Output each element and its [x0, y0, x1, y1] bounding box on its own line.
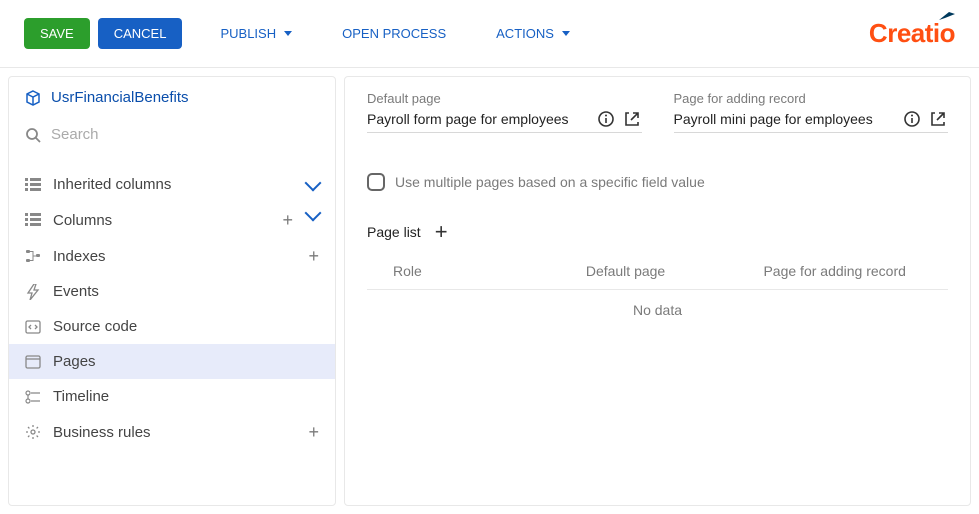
sidebar-item-columns[interactable]: Columns + — [9, 202, 335, 238]
columns-icon — [25, 178, 41, 192]
sidebar-item-business-rules[interactable]: Business rules + — [9, 414, 335, 450]
external-link-icon[interactable] — [928, 110, 948, 128]
content-area: Default page Payroll form page for emplo… — [344, 76, 971, 506]
actions-button[interactable]: ACTIONS — [484, 18, 582, 49]
add-icon[interactable]: + — [308, 247, 319, 265]
default-page-field: Default page Payroll form page for emplo… — [367, 91, 642, 133]
info-icon[interactable] — [902, 110, 922, 128]
col-role: Role — [367, 263, 530, 279]
cube-icon — [25, 90, 41, 106]
search-input[interactable] — [51, 126, 319, 143]
bird-icon — [939, 12, 955, 20]
sidebar-item-label: Events — [53, 283, 319, 300]
code-icon — [25, 320, 41, 334]
page-list-title: Page list — [367, 224, 421, 240]
add-page-field: Page for adding record Payroll mini page… — [674, 91, 949, 133]
sidebar-item-indexes[interactable]: Indexes + — [9, 238, 335, 274]
save-button-label: SAVE — [40, 26, 74, 41]
sidebar-item-source-code[interactable]: Source code — [9, 309, 335, 344]
caret-down-icon — [562, 31, 570, 36]
lightning-icon — [25, 284, 41, 300]
toolbar: SAVE CANCEL PUBLISH OPEN PROCESS ACTIONS… — [0, 0, 979, 68]
sidebar-item-label: Pages — [53, 353, 319, 370]
add-page-label: Page for adding record — [674, 91, 949, 106]
sidebar-item-label: Inherited columns — [53, 176, 295, 193]
add-icon[interactable]: + — [308, 423, 319, 441]
default-page-value[interactable]: Payroll form page for employees — [367, 111, 590, 127]
sidebar-item-timeline[interactable]: Timeline — [9, 379, 335, 414]
brand-logo: Creatio — [869, 18, 955, 49]
add-page-value[interactable]: Payroll mini page for employees — [674, 111, 897, 127]
publish-button[interactable]: PUBLISH — [208, 18, 304, 49]
indexes-icon — [25, 249, 41, 263]
sidebar: UsrFinancialBenefits Inherited columns — [8, 76, 336, 506]
sidebar-item-pages[interactable]: Pages — [9, 344, 335, 379]
open-process-button[interactable]: OPEN PROCESS — [330, 18, 458, 49]
timeline-icon — [25, 390, 41, 404]
publish-button-label: PUBLISH — [220, 26, 276, 41]
sidebar-item-events[interactable]: Events — [9, 274, 335, 309]
info-icon[interactable] — [596, 110, 616, 128]
add-icon[interactable]: + — [282, 211, 293, 229]
page-list-empty: No data — [367, 290, 948, 330]
caret-down-icon — [284, 31, 292, 36]
default-page-label: Default page — [367, 91, 642, 106]
save-button[interactable]: SAVE — [24, 18, 90, 49]
page-list-header: Role Default page Page for adding record — [367, 263, 948, 290]
col-default-page: Default page — [530, 263, 722, 279]
search-box — [9, 118, 335, 151]
object-name-row: UsrFinancialBenefits — [9, 77, 335, 118]
gear-icon — [25, 424, 41, 440]
cancel-button-label: CANCEL — [114, 26, 167, 41]
sidebar-item-inherited-columns[interactable]: Inherited columns — [9, 167, 335, 202]
object-name-label: UsrFinancialBenefits — [51, 89, 189, 106]
page-icon — [25, 355, 41, 369]
sidebar-item-label: Indexes — [53, 248, 296, 265]
external-link-icon[interactable] — [622, 110, 642, 128]
chevron-down-icon[interactable] — [305, 205, 322, 222]
cancel-button[interactable]: CANCEL — [98, 18, 183, 49]
add-page-list-button[interactable]: + — [435, 221, 448, 243]
checkbox-icon[interactable] — [367, 173, 385, 191]
sidebar-item-label: Columns — [53, 212, 270, 229]
columns-icon — [25, 213, 41, 227]
chevron-down-icon[interactable] — [305, 174, 322, 191]
actions-button-label: ACTIONS — [496, 26, 554, 41]
sidebar-item-label: Business rules — [53, 424, 296, 441]
search-icon — [25, 127, 41, 143]
sidebar-item-label: Source code — [53, 318, 319, 335]
sidebar-item-label: Timeline — [53, 388, 319, 405]
col-add-page: Page for adding record — [721, 263, 948, 279]
multi-pages-checkbox-label: Use multiple pages based on a specific f… — [395, 174, 705, 190]
open-process-label: OPEN PROCESS — [342, 26, 446, 41]
multi-pages-checkbox-row[interactable]: Use multiple pages based on a specific f… — [367, 173, 948, 191]
brand-name: Creatio — [869, 18, 955, 49]
